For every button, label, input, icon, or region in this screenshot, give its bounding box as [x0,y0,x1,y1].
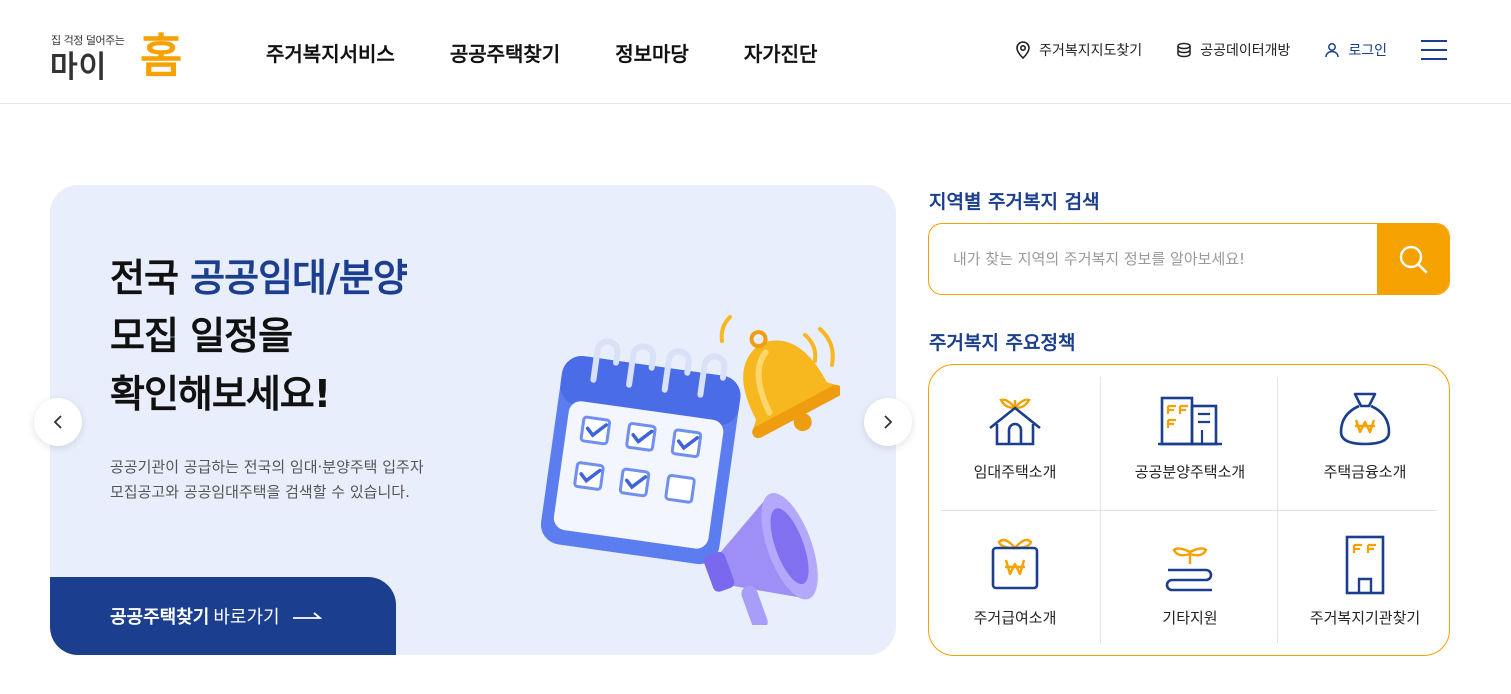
banner-heading-line1-a: 전국 [110,256,191,300]
region-search-input[interactable] [929,224,1377,294]
policy-item-rental-housing[interactable]: 임대주택소개 [929,379,1101,509]
policy-item-housing-finance[interactable]: 주택금융소개 [1279,379,1451,509]
sprout-hand-icon [1165,547,1213,592]
main-navigation: 주거복지서비스 공공주택찾기 정보마당 자가진단 [266,38,817,67]
banner-description: 공공기관이 공급하는 전국의 임대·분양주택 입주자 모집공고와 공공임대주택을… [110,458,424,501]
nav-info-square[interactable]: 정보마당 [615,38,689,67]
logo-main-text: 마이 [50,50,108,85]
welfare-map-label: 주거복지지도찾기 [1039,43,1143,59]
policy-label-other-support: 기타지원 [1162,609,1218,627]
policy-label-housing-benefit: 주거급여소개 [973,609,1057,627]
hero-banner: 전국 공공임대/분양 모집 일정을 확인해보세요! 공공기관이 공급하는 전국의… [50,185,896,655]
cta-label: 바로가기 [213,607,280,628]
map-pin-icon [1016,41,1030,59]
login-link[interactable]: 로그인 [1324,40,1387,60]
user-icon [1325,43,1340,58]
open-data-label: 공공데이터개방 [1200,43,1291,59]
nav-housing-welfare-service[interactable]: 주거복지서비스 [266,38,395,67]
banner-next-button[interactable] [864,398,912,446]
gift-won-icon [991,538,1039,590]
arrow-right-icon [292,612,322,619]
policy-item-public-sale-housing[interactable]: 공공분양주택소개 [1104,379,1276,509]
logo-accent-text: 홈 [140,29,183,83]
policy-item-welfare-agency-finder[interactable]: 주거복지기관찾기 [1279,525,1451,655]
policy-item-housing-benefit[interactable]: 주거급여소개 [929,525,1101,655]
office-building-icon [1345,535,1385,595]
search-icon [1399,245,1428,274]
policy-label-housing-finance: 주택금융소개 [1323,463,1407,481]
cta-bold-label: 공공주택찾기 [110,607,210,628]
policy-label-rental-housing: 임대주택소개 [973,463,1057,481]
nav-self-diagnosis[interactable]: 자가진단 [744,38,818,67]
banner-prev-button[interactable] [34,398,82,446]
policy-label-welfare-agency-finder: 주거복지기관찾기 [1309,609,1421,627]
login-label: 로그인 [1348,43,1387,59]
region-search-box [928,223,1450,295]
nav-public-housing-search[interactable]: 공공주택찾기 [450,38,560,67]
hamburger-menu-icon[interactable] [1421,40,1447,62]
chevron-right-icon [884,415,893,429]
banner-heading-line3: 확인해보세요! [110,372,331,416]
house-sprout-icon [989,398,1041,446]
main-policy-title: 주거복지 주요정책 [929,332,1076,354]
main-policy-panel: 임대주택소개 공공분양주택소개 주택금융소개 주거급여소개 기타지원 주거복지기… [928,364,1450,656]
chevron-left-icon [53,415,62,429]
buildings-icon [1158,396,1222,446]
banner-heading-line2: 모집 일정을 [110,314,293,358]
search-button[interactable] [1377,224,1449,294]
database-icon [1177,42,1191,58]
site-logo[interactable]: 집 걱정 덜어주는 마이 홈 [50,22,190,85]
policy-item-other-support[interactable]: 기타지원 [1104,525,1276,655]
welfare-map-link[interactable]: 주거복지지도찾기 [1015,40,1142,60]
utility-menu: 주거복지지도찾기 공공데이터개방 로그인 [1015,40,1387,60]
money-bag-icon [1339,392,1391,446]
banner-heading: 전국 공공임대/분양 모집 일정을 확인해보세요! [110,249,408,423]
site-header: 집 걱정 덜어주는 마이 홈 주거복지서비스 공공주택찾기 정보마당 자가진단 … [0,0,1511,104]
open-data-link[interactable]: 공공데이터개방 [1176,40,1290,60]
calendar-bell-megaphone-illustration [520,295,842,630]
region-search-title: 지역별 주거복지 검색 [929,191,1100,213]
public-housing-shortcut-button[interactable]: 공공주택찾기 바로가기 [50,577,396,655]
policy-label-public-sale-housing: 공공분양주택소개 [1134,463,1246,481]
banner-heading-highlight: 공공임대/분양 [190,256,408,300]
